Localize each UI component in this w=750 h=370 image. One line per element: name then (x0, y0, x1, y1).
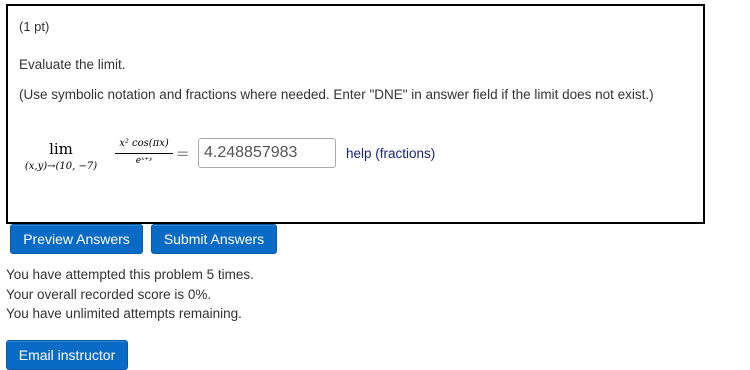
remaining-text: You have unlimited attempts remaining. (6, 306, 242, 321)
problem-box: (1 pt) Evaluate the limit. (Use symbolic… (6, 4, 705, 224)
email-instructor-button[interactable]: Email instructor (6, 340, 128, 370)
equals-sign: = (176, 144, 190, 163)
submit-answers-button[interactable]: Submit Answers (151, 224, 277, 254)
fraction-numerator: x² cos(πx) (119, 138, 169, 149)
attempt-status: You have attempted this problem 5 times.… (6, 265, 254, 324)
fraction-bar (115, 153, 173, 154)
problem-note: (Use symbolic notation and fractions whe… (19, 87, 654, 102)
help-fractions-link[interactable]: help (fractions) (346, 146, 435, 161)
problem-points: (1 pt) (19, 19, 50, 34)
limit-subscript: (x,y)→(10, −7) (24, 161, 98, 172)
limit-word: lim (49, 140, 73, 158)
preview-answers-button[interactable]: Preview Answers (10, 224, 143, 254)
score-text: Your overall recorded score is 0%. (6, 286, 212, 302)
answer-input[interactable] (198, 138, 336, 168)
fraction-denominator: eˣ⁺ʸ (135, 156, 153, 166)
attempts-text: You have attempted this problem 5 times. (6, 267, 254, 282)
problem-instruction: Evaluate the limit. (19, 57, 126, 72)
